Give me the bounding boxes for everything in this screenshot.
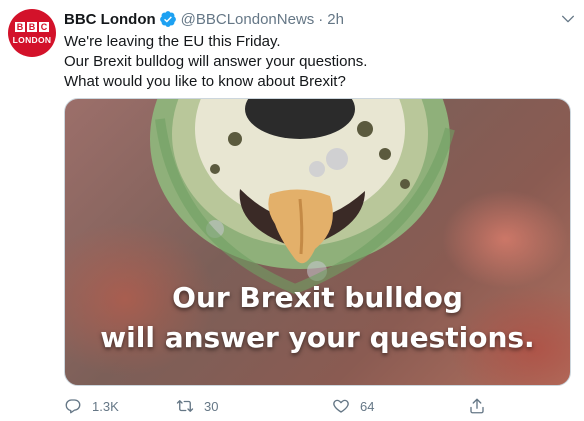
retweet-count: 30 [204, 398, 219, 414]
tweet-header: BBC London @BBCLondonNews · 2h [64, 9, 564, 29]
tweet-text-line: We're leaving the EU this Friday. [64, 33, 281, 50]
reply-icon [65, 399, 81, 414]
heart-icon [333, 399, 349, 413]
timestamp[interactable]: 2h [327, 11, 344, 28]
avatar-city-label: LONDON [12, 34, 52, 45]
retweet-button[interactable]: 30 [176, 394, 218, 418]
like-count: 64 [360, 398, 375, 414]
bbc-logo: B B C [15, 21, 49, 32]
retweet-icon [176, 400, 194, 412]
reply-count: 1.3K [92, 398, 119, 414]
tweet-text: We're leaving the EU this Friday. Our Br… [64, 32, 564, 92]
separator-dot: · [318, 10, 324, 28]
bbc-logo-letter: C [39, 21, 49, 32]
verified-badge-icon [159, 11, 176, 27]
tweet-actions: 1.3K 30 64 [64, 394, 504, 418]
tweet-media-image[interactable]: Our Brexit bulldog will answer your ques… [64, 98, 571, 386]
display-name[interactable]: BBC London [64, 11, 156, 28]
bbc-logo-letter: B [15, 21, 25, 32]
tweet-text-line: What would you like to know about Brexit… [64, 73, 346, 90]
share-button[interactable] [468, 394, 496, 418]
media-caption-line: will answer your questions. [100, 321, 535, 354]
reply-button[interactable]: 1.3K [64, 394, 119, 418]
like-button[interactable]: 64 [332, 394, 374, 418]
handle[interactable]: @BBCLondonNews [181, 11, 315, 28]
share-icon [470, 398, 484, 414]
avatar[interactable]: B B C LONDON [8, 9, 56, 57]
tweet-text-line: Our Brexit bulldog will answer your ques… [64, 53, 368, 70]
bbc-logo-letter: B [27, 21, 37, 32]
media-caption-line: Our Brexit bulldog [172, 281, 463, 314]
chevron-down-icon[interactable] [560, 11, 576, 27]
